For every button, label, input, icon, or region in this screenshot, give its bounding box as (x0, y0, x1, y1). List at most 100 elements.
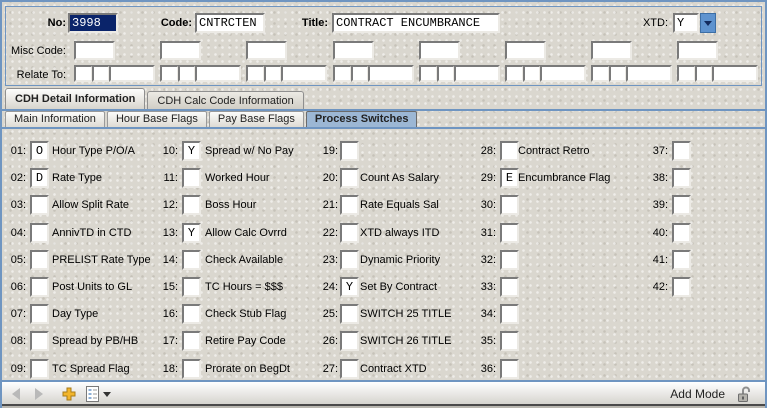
switch-number: 14: (154, 250, 178, 270)
switch-label: Encumbrance Flag (518, 168, 610, 188)
switch-value-field-15[interactable] (182, 277, 201, 297)
switch-value-field-12[interactable] (182, 195, 201, 215)
switch-value-field-18[interactable] (182, 359, 201, 379)
switch-number: 02: (2, 168, 26, 188)
plus-icon (62, 387, 76, 401)
output-options-dropdown[interactable] (103, 382, 111, 406)
switch-value-field-14[interactable] (182, 250, 201, 270)
switch-number: 35: (472, 331, 496, 351)
switch-value-field-26[interactable] (340, 331, 359, 351)
switch-label: Dynamic Priority (360, 250, 440, 270)
chevron-down-icon (103, 392, 111, 397)
previous-record-button[interactable] (12, 382, 20, 406)
switch-number: 27: (314, 359, 338, 379)
switch-number: 15: (154, 277, 178, 297)
switch-number: 16: (154, 304, 178, 324)
switch-value-field-07[interactable] (30, 304, 49, 324)
switch-number: 39: (644, 195, 668, 215)
switch-number: 32: (472, 250, 496, 270)
switch-label: Prorate on BegDt (205, 359, 290, 379)
switch-number: 05: (2, 250, 26, 270)
switch-value-field-32[interactable] (500, 250, 519, 270)
switch-value-field-34[interactable] (500, 304, 519, 324)
switch-value-field-03[interactable] (30, 195, 49, 215)
switch-label: Boss Hour (205, 195, 256, 215)
switch-value-field-04[interactable] (30, 223, 49, 243)
switch-number: 34: (472, 304, 496, 324)
switch-value-field-37[interactable] (672, 141, 691, 161)
switch-value-field-42[interactable] (672, 277, 691, 297)
app-window: No: 3998 Code: CNTRCTEN Title: CONTRACT … (0, 0, 767, 408)
switch-label: Count As Salary (360, 168, 439, 188)
switch-value-field-33[interactable] (500, 277, 519, 297)
switch-value-field-09[interactable] (30, 359, 49, 379)
switch-value-field-40[interactable] (672, 223, 691, 243)
switch-value-field-13[interactable]: Y (182, 223, 201, 243)
switch-label: Contract XTD (360, 359, 427, 379)
switch-label: Retire Pay Code (205, 331, 286, 351)
switch-value-field-31[interactable] (500, 223, 519, 243)
switch-number: 21: (314, 195, 338, 215)
switch-number: 25: (314, 304, 338, 324)
switch-number: 19: (314, 141, 338, 161)
switch-number: 24: (314, 277, 338, 297)
switch-value-field-24[interactable]: Y (340, 277, 359, 297)
switch-label: Worked Hour (205, 168, 270, 188)
switch-value-field-41[interactable] (672, 250, 691, 270)
switch-number: 36: (472, 359, 496, 379)
switch-label: Day Type (52, 304, 98, 324)
switch-number: 11: (154, 168, 178, 188)
switch-value-field-06[interactable] (30, 277, 49, 297)
window-bottom-edge (2, 404, 767, 408)
switch-label: Post Units to GL (52, 277, 132, 297)
switch-value-field-38[interactable] (672, 168, 691, 188)
switch-value-field-35[interactable] (500, 331, 519, 351)
switch-value-field-08[interactable] (30, 331, 49, 351)
output-options-button[interactable] (86, 382, 99, 406)
switch-value-field-39[interactable] (672, 195, 691, 215)
switch-value-field-29[interactable]: E (500, 168, 519, 188)
next-record-button[interactable] (35, 382, 43, 406)
switch-label: Check Available (205, 250, 283, 270)
switch-value-field-27[interactable] (340, 359, 359, 379)
add-record-button[interactable] (62, 382, 76, 406)
switch-value-field-25[interactable] (340, 304, 359, 324)
switch-number: 29: (472, 168, 496, 188)
switch-value-field-01[interactable]: O (30, 141, 49, 161)
switch-value-field-30[interactable] (500, 195, 519, 215)
switch-number: 42: (644, 277, 668, 297)
switch-number: 38: (644, 168, 668, 188)
switch-value-field-11[interactable] (182, 168, 201, 188)
switch-number: 18: (154, 359, 178, 379)
switch-value-field-17[interactable] (182, 331, 201, 351)
switch-value-field-36[interactable] (500, 359, 519, 379)
switch-label: Set By Contract (360, 277, 437, 297)
process-switches-panel: 01:OHour Type P/O/A02:DRate Type03:Allow… (2, 2, 765, 408)
switch-number: 41: (644, 250, 668, 270)
switch-number: 20: (314, 168, 338, 188)
switch-value-field-22[interactable] (340, 223, 359, 243)
switch-number: 08: (2, 331, 26, 351)
switch-label: XTD always ITD (360, 223, 439, 243)
switch-number: 13: (154, 223, 178, 243)
switch-value-field-10[interactable]: Y (182, 141, 201, 161)
switch-number: 31: (472, 223, 496, 243)
switch-value-field-19[interactable] (340, 141, 359, 161)
switch-value-field-21[interactable] (340, 195, 359, 215)
switch-label: SWITCH 25 TITLE (360, 304, 451, 324)
unlock-icon[interactable] (737, 382, 751, 406)
switch-value-field-05[interactable] (30, 250, 49, 270)
switch-number: 28: (472, 141, 496, 161)
arrow-left-icon (12, 388, 20, 400)
switch-value-field-02[interactable]: D (30, 168, 49, 188)
mode-status-text: Add Mode (670, 382, 725, 406)
switch-value-field-23[interactable] (340, 250, 359, 270)
switch-number: 12: (154, 195, 178, 215)
switch-value-field-16[interactable] (182, 304, 201, 324)
switch-number: 40: (644, 223, 668, 243)
switch-value-field-20[interactable] (340, 168, 359, 188)
switch-label: SWITCH 26 TITLE (360, 331, 451, 351)
switch-label: Check Stub Flag (205, 304, 286, 324)
switch-label: TC Spread Flag (52, 359, 130, 379)
switch-value-field-28[interactable] (500, 141, 519, 161)
